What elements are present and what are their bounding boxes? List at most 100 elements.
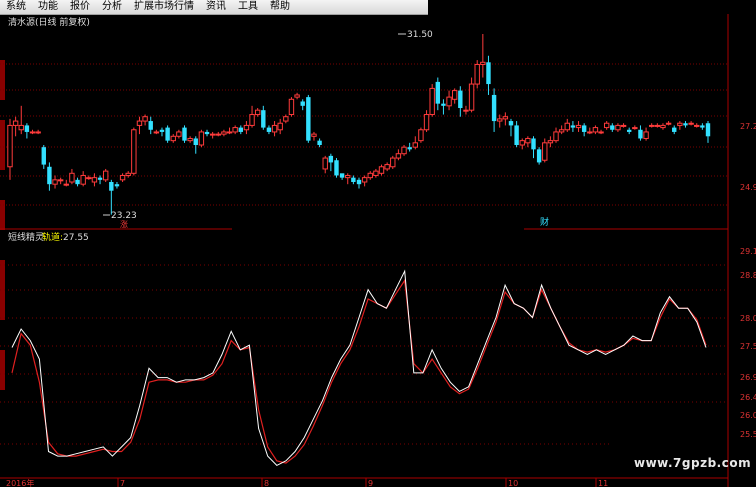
candle-body (339, 173, 345, 178)
candle-body (429, 87, 435, 116)
candle-body (660, 124, 666, 129)
candle-body (142, 116, 148, 122)
candle-body (193, 138, 198, 146)
candle-body (558, 129, 565, 133)
candle-body (52, 179, 58, 185)
candle-body (468, 83, 475, 111)
candle-body (317, 140, 322, 146)
candle-body (249, 114, 255, 126)
candle-body (57, 179, 64, 182)
candle-body (345, 174, 351, 179)
candle-body (75, 179, 80, 185)
candle-body (683, 123, 688, 126)
candle-body (480, 61, 486, 65)
indicator-axis-label: 26.4 (740, 393, 756, 402)
candle-body (514, 125, 519, 146)
candle-body (47, 166, 52, 185)
candle-body (232, 127, 238, 133)
candle-body (153, 131, 160, 134)
candle-body (119, 174, 126, 181)
candle-body (334, 160, 339, 176)
candle-body (63, 183, 69, 186)
candle-body (261, 110, 266, 128)
candle-body (384, 164, 390, 170)
candle-body (159, 129, 165, 132)
candle-body (165, 127, 170, 141)
candle-body (114, 184, 120, 187)
candle-body (271, 124, 278, 133)
candle-body (665, 122, 672, 125)
candle-body (705, 123, 711, 137)
candle-body (638, 129, 643, 139)
candle-body (7, 124, 13, 168)
event-badge[interactable]: 财 (540, 216, 549, 228)
candle-body (69, 172, 75, 183)
candle-body (131, 129, 137, 174)
candle-body (288, 98, 295, 116)
candle-body (451, 90, 458, 100)
candle-body (395, 153, 402, 159)
candle-body (643, 131, 649, 139)
candle-body (694, 124, 700, 127)
candle-body (322, 157, 328, 170)
candle-body (18, 124, 24, 131)
indicator-line-value: 27.55 (63, 233, 89, 243)
candle-body (91, 177, 98, 183)
candle-body (531, 138, 536, 150)
indicator-axis-label: 26.9 (740, 373, 756, 382)
watermark: www.7gpzb.com (634, 456, 752, 470)
candle-body (592, 127, 599, 133)
candle-body (356, 179, 362, 185)
candle-body (176, 131, 182, 137)
candle-body (125, 172, 131, 176)
candle-body (441, 103, 446, 106)
candle-body (24, 125, 30, 132)
candle-body (238, 127, 243, 132)
candle-body (328, 155, 334, 163)
candle-body (401, 146, 407, 155)
candle-body (615, 124, 621, 131)
candlestick-series (7, 34, 711, 215)
candle-body (198, 131, 205, 146)
candle-body (215, 133, 221, 136)
candle-body (367, 172, 373, 179)
candle-body (672, 127, 677, 132)
candle-body (486, 62, 491, 85)
date-axis-label: 7 (120, 479, 125, 487)
candle-body (446, 96, 452, 107)
price-axis-label: 27.2 (740, 122, 756, 131)
candle-body (254, 109, 261, 116)
candle-body (575, 124, 582, 129)
candle-body (497, 118, 503, 122)
candle-body (610, 125, 615, 130)
candle-body (654, 124, 661, 127)
candle-body (378, 166, 385, 174)
candle-body (102, 170, 109, 181)
candle-body (170, 135, 176, 142)
stock-chart[interactable]: 清水源(日线 前复权) 短线精灵 轨道: 27.55 31.50 23.23 涨… (0, 0, 756, 487)
candle-body (536, 149, 542, 163)
candle-body (587, 131, 593, 134)
candle-body (243, 124, 250, 131)
candle-body (508, 121, 514, 126)
candle-body (182, 127, 187, 141)
candle-body (435, 81, 441, 104)
candle-body (547, 140, 554, 144)
candle-body (700, 125, 705, 128)
indicator-axis-label: 28.0 (740, 314, 756, 323)
candle-body (525, 137, 531, 144)
candle-body (86, 177, 92, 180)
low-badge: 涨 (120, 219, 128, 229)
indicator-red-line (11, 278, 707, 464)
candle-body (418, 129, 424, 142)
date-axis-label: 10 (508, 479, 518, 487)
candle-body (423, 114, 430, 131)
candle-body (221, 131, 227, 135)
price-axis-label: 24.9 (740, 183, 756, 192)
candle-body (688, 122, 694, 125)
candle-body (519, 140, 525, 146)
candle-body (412, 142, 418, 148)
candle-body (474, 63, 480, 85)
candle-body (542, 142, 548, 161)
candle-body (351, 177, 356, 183)
